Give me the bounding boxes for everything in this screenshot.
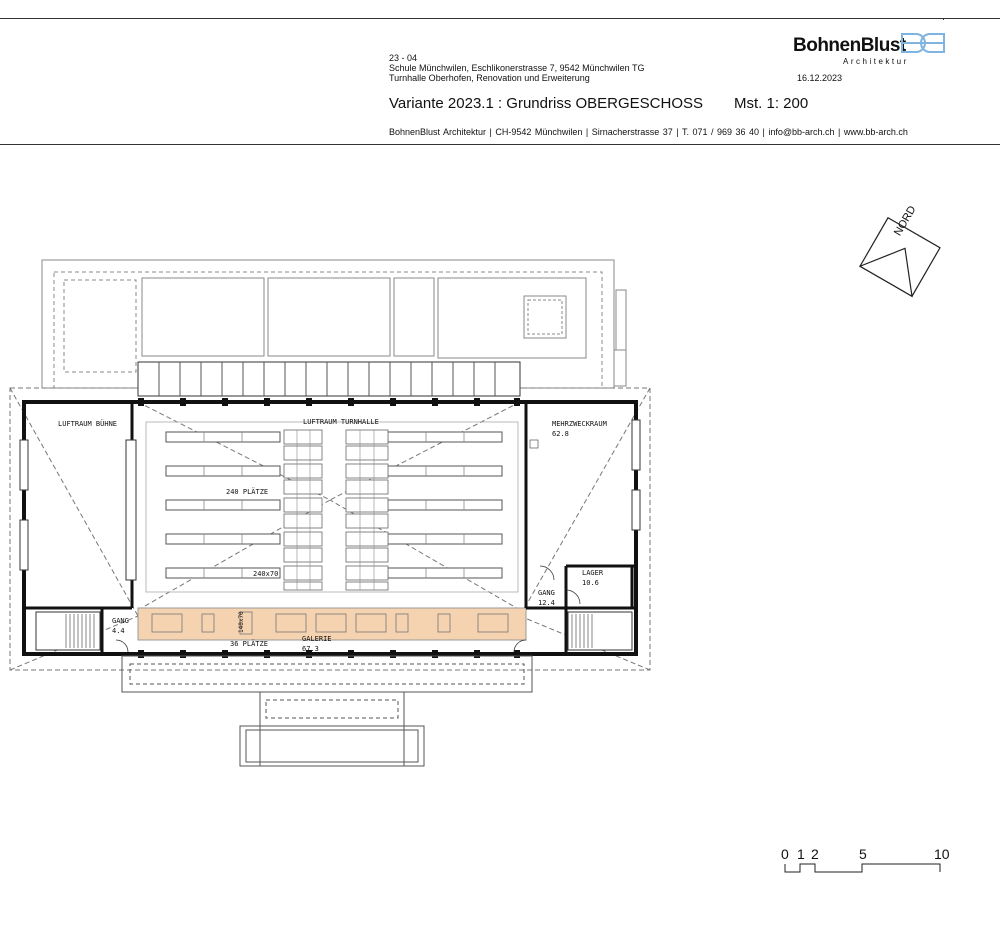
room-mehrzweckraum-area: 62.8 [552, 430, 569, 438]
label-galerie-table: 140x70 [238, 611, 245, 633]
scale-bar [784, 863, 941, 873]
scale-label-2: 2 [811, 846, 819, 862]
galerie-area [137, 607, 527, 641]
seating-rows [165, 431, 503, 579]
room-luftraum-turnhalle: LUFTRAUM TURNHALLE [303, 418, 379, 426]
room-gang-left-area: 4.4 [112, 627, 125, 635]
room-lager: LAGER [582, 569, 604, 577]
label-240-plaetze: 240 PLÄTZE [226, 488, 269, 496]
room-galerie: GALERIE [302, 635, 332, 643]
label-table-size: 240x70 [253, 570, 279, 578]
room-gang-right: GANG [538, 589, 555, 597]
room-luftraum-buehne: LUFTRAUM BÜHNE [58, 420, 118, 428]
room-mehrzweckraum: MEHRZWECKRAUM [552, 420, 607, 428]
room-lager-area: 10.6 [582, 579, 599, 587]
floor-plan [9, 216, 941, 767]
scale-label-5: 5 [859, 846, 867, 862]
label-36-plaetze: 36 PLÄTZE [230, 640, 268, 648]
scale-label-10: 10 [934, 846, 950, 862]
scale-label-1: 1 [797, 846, 805, 862]
scale-label-0: 0 [781, 846, 789, 862]
room-gang-left: GANG [112, 617, 129, 625]
room-galerie-area: 67.3 [302, 645, 319, 653]
room-gang-right-area: 12.4 [538, 599, 555, 607]
